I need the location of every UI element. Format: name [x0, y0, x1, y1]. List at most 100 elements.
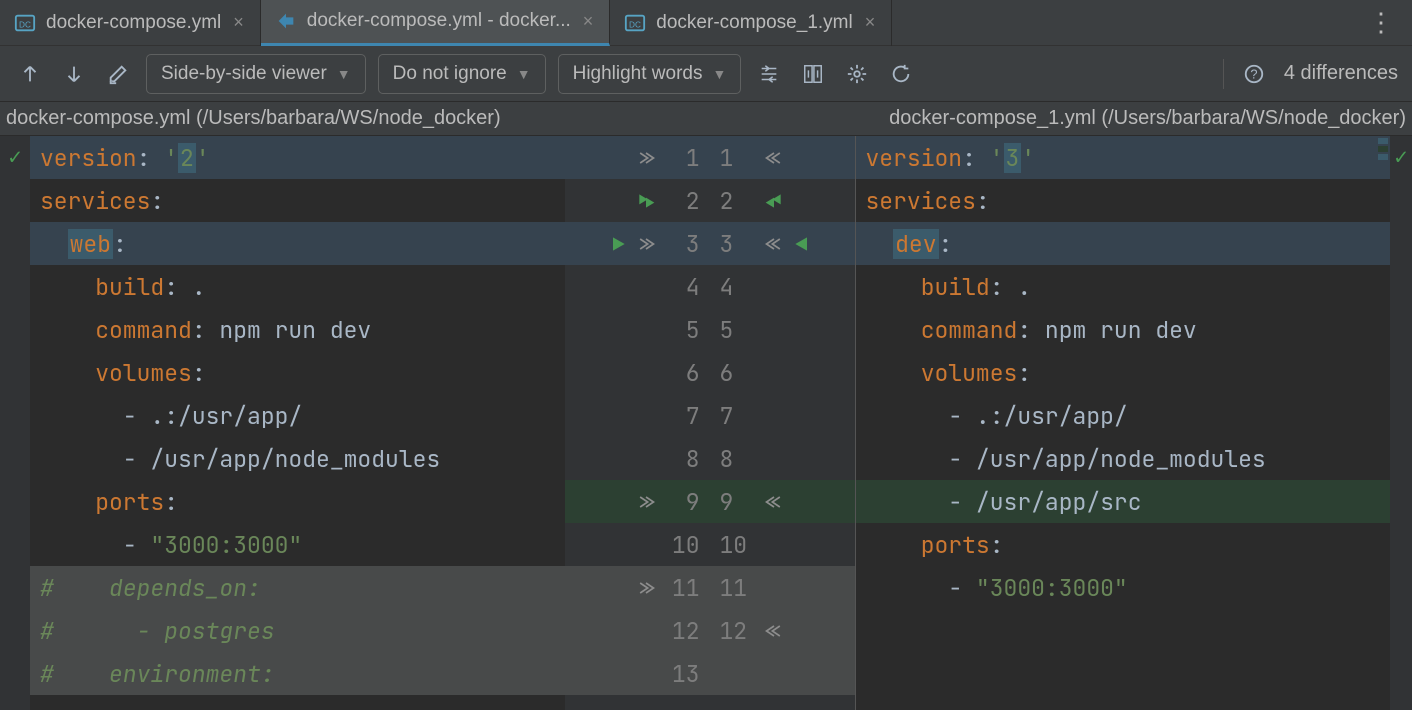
right-line-number: 10 — [720, 530, 756, 560]
right-line-number: 12 — [720, 616, 756, 646]
code-line[interactable]: - /usr/app/src — [856, 480, 1391, 523]
code-line[interactable]: - "3000:3000" — [856, 566, 1391, 609]
code-line[interactable]: volumes: — [30, 351, 565, 394]
close-icon[interactable]: × — [231, 12, 246, 33]
code-line[interactable]: build: . — [856, 265, 1391, 308]
gutter-row: 33 — [565, 222, 855, 265]
refresh-button[interactable] — [885, 58, 917, 90]
gutter-row: 77 — [565, 394, 855, 437]
gutter-row: 66 — [565, 351, 855, 394]
right-line-number: 4 — [720, 272, 756, 302]
right-line-number: 6 — [720, 358, 756, 388]
code-line[interactable]: # environment: — [30, 652, 565, 695]
editor-tabs: DC docker-compose.yml × docker-compose.y… — [0, 0, 1412, 46]
code-line[interactable]: build: . — [30, 265, 565, 308]
gutter-row: 44 — [565, 265, 855, 308]
sync-scroll-button[interactable] — [797, 58, 829, 90]
code-line[interactable]: ports: — [856, 523, 1391, 566]
svg-text:DC: DC — [629, 20, 641, 29]
chevron-down-icon: ▼ — [713, 66, 727, 82]
code-line[interactable]: command: npm run dev — [856, 308, 1391, 351]
close-icon[interactable]: × — [581, 11, 596, 32]
right-line-number: 2 — [720, 186, 756, 216]
right-file-path: docker-compose_1.yml (/Users/barbara/WS/… — [706, 107, 1412, 130]
merge-right-icon[interactable] — [636, 148, 656, 168]
check-icon: ✓ — [0, 136, 30, 178]
merge-right-icon[interactable] — [636, 492, 656, 512]
right-line-number: 3 — [720, 229, 756, 259]
code-line[interactable]: version: '2' — [30, 136, 565, 179]
left-line-number: 2 — [664, 186, 700, 216]
diff-count: 4 differences — [1284, 62, 1398, 85]
merge-left-icon[interactable] — [764, 148, 784, 168]
right-gutter: ✓ — [1390, 136, 1412, 710]
close-icon[interactable]: × — [863, 12, 878, 33]
code-line[interactable]: services: — [856, 179, 1391, 222]
left-gutter: ✓ — [0, 136, 30, 710]
yaml-file-icon: DC — [624, 12, 646, 34]
code-line[interactable]: version: '3' — [856, 136, 1391, 179]
code-line[interactable]: ports: — [30, 480, 565, 523]
code-line[interactable]: dev: — [856, 222, 1391, 265]
right-line-number: 1 — [720, 143, 756, 173]
ignore-mode-selector[interactable]: Do not ignore ▼ — [378, 54, 546, 94]
gutter-row: 55 — [565, 308, 855, 351]
left-line-number: 5 — [664, 315, 700, 345]
code-line[interactable]: # depends_on: — [30, 566, 565, 609]
diff-icon — [275, 10, 297, 32]
play-icon[interactable] — [608, 234, 628, 254]
viewer-mode-selector[interactable]: Side-by-side viewer ▼ — [146, 54, 366, 94]
code-line[interactable]: - /usr/app/node_modules — [30, 437, 565, 480]
help-button[interactable]: ? — [1238, 58, 1270, 90]
more-tabs-icon[interactable]: ⋮ — [1350, 7, 1412, 38]
gutter-row: 88 — [565, 437, 855, 480]
run-green-icon[interactable] — [636, 191, 656, 211]
selector-label: Highlight words — [573, 63, 703, 85]
code-line[interactable]: - .:/usr/app/ — [856, 394, 1391, 437]
collapse-unchanged-button[interactable] — [753, 58, 785, 90]
left-line-number: 8 — [664, 444, 700, 474]
merge-right-icon[interactable] — [636, 578, 656, 598]
left-line-number: 6 — [664, 358, 700, 388]
merge-right-icon[interactable] — [636, 234, 656, 254]
tab-compose-1[interactable]: DC docker-compose_1.yml × — [610, 0, 892, 46]
play-r-icon[interactable] — [792, 234, 812, 254]
code-line[interactable]: command: npm run dev — [30, 308, 565, 351]
svg-text:?: ? — [1250, 66, 1257, 81]
next-diff-button[interactable] — [58, 58, 90, 90]
right-line-number: 5 — [720, 315, 756, 345]
run-green-r-icon[interactable] — [764, 191, 784, 211]
merge-left-icon[interactable] — [764, 621, 784, 641]
gutter-row: 99 — [565, 480, 855, 523]
code-line[interactable]: web: — [30, 222, 565, 265]
left-file-path: docker-compose.yml (/Users/barbara/WS/no… — [0, 107, 706, 130]
separator — [1223, 59, 1224, 89]
code-line[interactable]: volumes: — [856, 351, 1391, 394]
code-line[interactable]: # - postgres — [30, 609, 565, 652]
edit-icon[interactable] — [102, 58, 134, 90]
code-line[interactable]: - .:/usr/app/ — [30, 394, 565, 437]
right-editor-pane[interactable]: version: '3'services: dev: build: . comm… — [855, 136, 1391, 710]
merge-left-icon[interactable] — [764, 492, 784, 512]
left-line-number: 4 — [664, 272, 700, 302]
selector-label: Side-by-side viewer — [161, 63, 327, 85]
code-line[interactable]: - /usr/app/node_modules — [856, 437, 1391, 480]
prev-diff-button[interactable] — [14, 58, 46, 90]
gutter-row: 1212 — [565, 609, 855, 652]
tab-label: docker-compose_1.yml — [656, 12, 852, 34]
left-line-number: 1 — [664, 143, 700, 173]
code-line[interactable]: services: — [30, 179, 565, 222]
settings-button[interactable] — [841, 58, 873, 90]
highlight-mode-selector[interactable]: Highlight words ▼ — [558, 54, 742, 94]
left-line-number: 10 — [664, 530, 700, 560]
selector-label: Do not ignore — [393, 63, 507, 85]
left-editor-pane[interactable]: version: '2'services: web: build: . comm… — [30, 136, 565, 710]
tab-compose[interactable]: DC docker-compose.yml × — [0, 0, 261, 46]
file-paths: docker-compose.yml (/Users/barbara/WS/no… — [0, 102, 1412, 136]
line-number-gutter: 11223344556677889910101111121213 — [565, 136, 855, 710]
code-line[interactable]: - "3000:3000" — [30, 523, 565, 566]
right-line-number: 7 — [720, 401, 756, 431]
tab-diff[interactable]: docker-compose.yml - docker... × — [261, 0, 611, 46]
code-line[interactable] — [856, 609, 1391, 652]
merge-left-icon[interactable] — [764, 234, 784, 254]
